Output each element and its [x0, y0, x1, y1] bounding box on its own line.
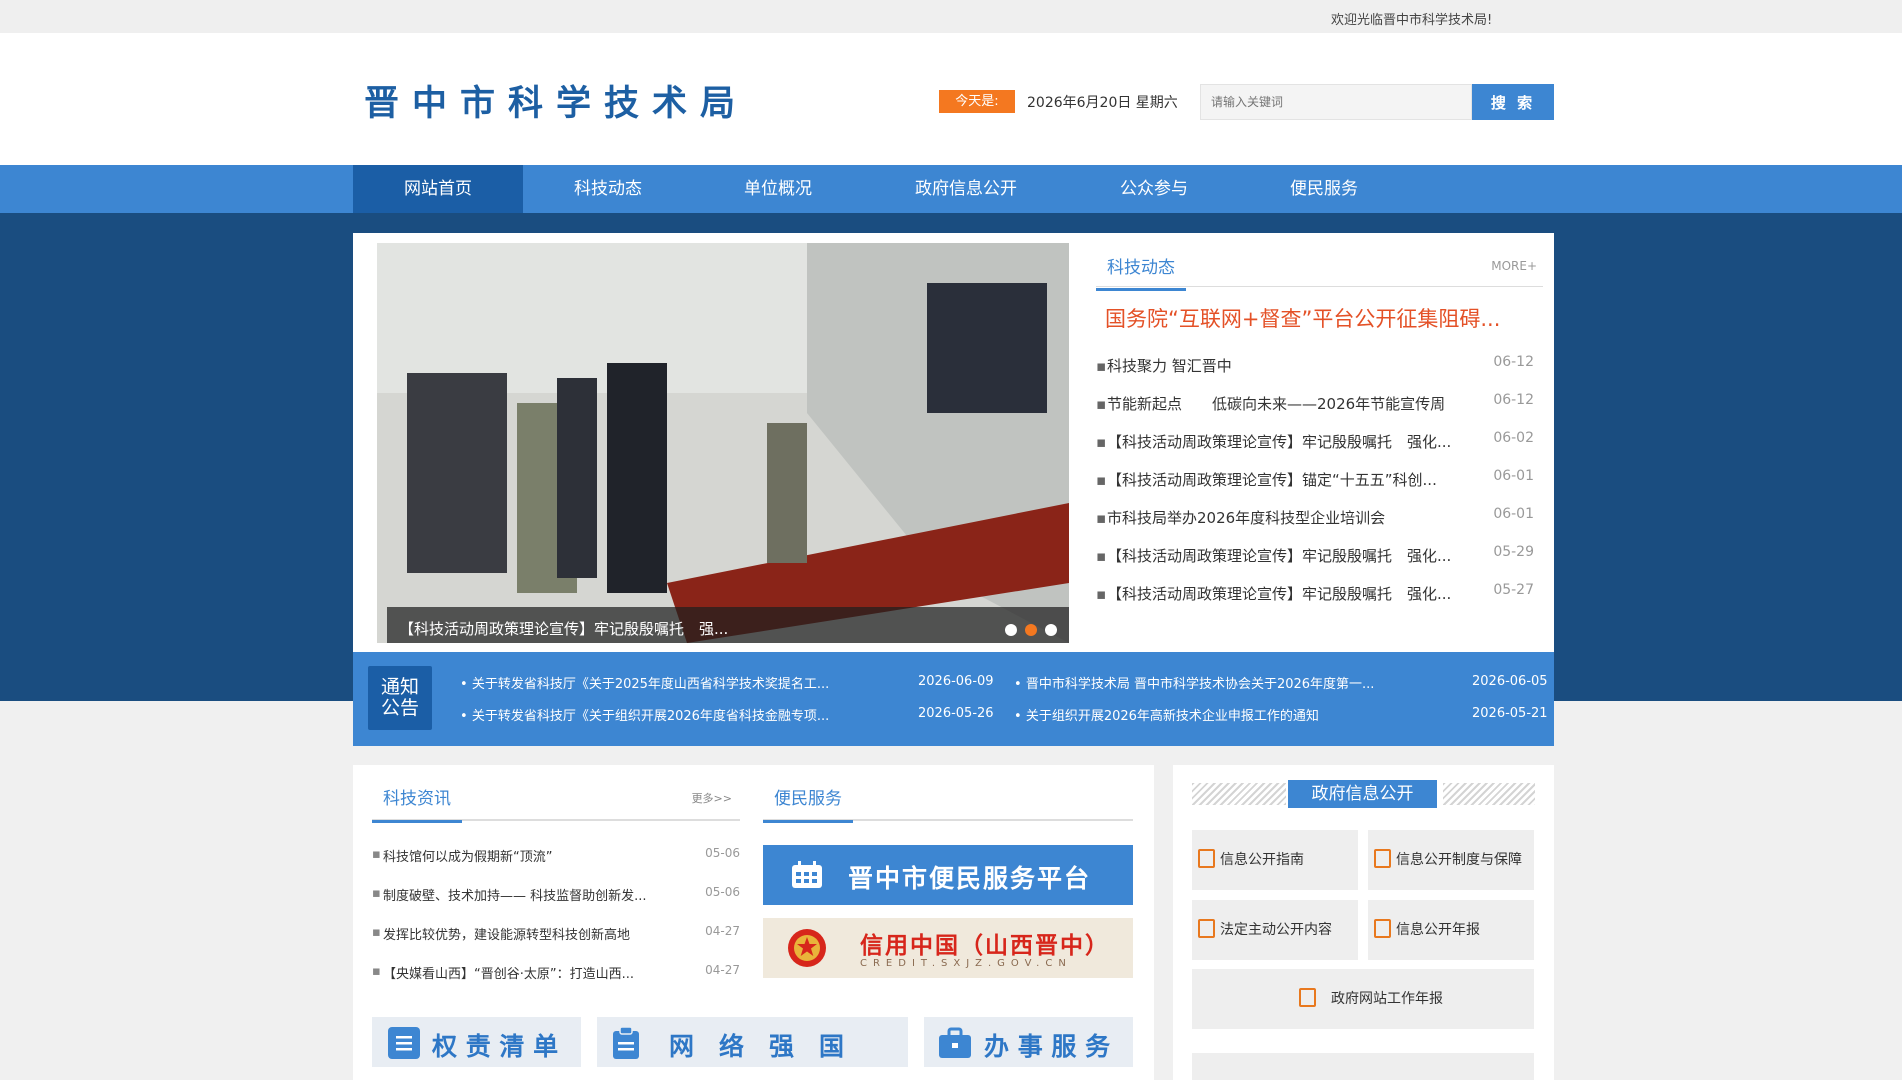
gov-box-annual-report[interactable]: 信息公开年报	[1368, 900, 1534, 960]
clipboard-icon	[613, 1026, 639, 1059]
list-item[interactable]: ▪ 科技馆何以成为假期新“顶流” 05-06	[372, 843, 740, 882]
site-header: 晋中市科学技术局 今天是: 2026年6月20日 星期六 搜 索	[0, 33, 1902, 165]
person-document-icon	[1299, 988, 1316, 1007]
notice-bar: 通知 公告 • 关于转发省科技厅《关于2025年度山西省科学技术奖提名工... …	[353, 652, 1554, 746]
gov-box-guide[interactable]: 信息公开指南	[1192, 830, 1358, 890]
gov-box-label: 信息公开年报	[1396, 922, 1480, 938]
notice-date: 2026-05-21	[1472, 706, 1548, 721]
tech-news-list: ▪ 科技聚力 智汇晋中 06-12 ▪ 节能新起点 低碳向未来——2026年节能宣传周…	[1096, 347, 1543, 613]
title-hatch-right	[1443, 783, 1535, 805]
list-item[interactable]: ▪ 【央媒看山西】“晋创谷·太原”：打造山西... 04-27	[372, 960, 740, 999]
nav-item-overview[interactable]: 单位概况	[693, 165, 863, 213]
tech-info-header: 科技资讯 更多>>	[372, 765, 740, 823]
nav-item-services[interactable]: 便民服务	[1239, 165, 1409, 213]
service-platform-label: 晋中市便民服务平台	[848, 864, 1092, 893]
main-nav: 网站首页 科技动态 单位概况 政府信息公开 公众参与 便民服务	[0, 165, 1902, 213]
list-item[interactable]: ▪ 节能新起点 低碳向未来——2026年节能宣传周 06-12	[1096, 385, 1543, 423]
notice-item[interactable]: • 关于转发省科技厅《关于组织开展2026年度省科技金融专项...	[460, 705, 829, 724]
tech-news-section: 科技动态 MORE+ 国务院“互联网+督查”平台公开征集阻碍... ▪ 科技聚力 …	[1096, 243, 1543, 603]
top-strip: 欢迎光临晋中市科学技术局!	[0, 0, 1902, 33]
tech-news-more-link[interactable]: MORE+	[1491, 259, 1537, 273]
list-item[interactable]: ▪ 制度破壁、技术加持—— 科技监督助创新发... 05-06	[372, 882, 740, 921]
services-header: 便民服务	[763, 765, 1133, 823]
cyber-power-button[interactable]: 网 络 强 国	[597, 1017, 908, 1067]
gov-box-system[interactable]: 信息公开制度与保障	[1368, 830, 1534, 890]
headline-link[interactable]: 国务院“互联网+督查”平台公开征集阻碍...	[1105, 303, 1500, 333]
nav-item-home[interactable]: 网站首页	[353, 165, 523, 213]
list-item[interactable]: ▪ 【科技活动周政策理论宣传】牢记殷殷嘱托 强化... 06-02	[1096, 423, 1543, 461]
notice-badge-line2: 公告	[380, 697, 419, 719]
slider-caption[interactable]: 【科技活动周政策理论宣传】牢记殷殷嘱托 强...	[387, 607, 1069, 643]
service-platform-banner[interactable]: 晋中市便民服务平台	[763, 845, 1133, 905]
cyber-power-label: 网 络 强 国	[669, 1032, 845, 1061]
nav-item-tech-news[interactable]: 科技动态	[523, 165, 693, 213]
list-item[interactable]: ▪ 【科技活动周政策理论宣传】牢记殷殷嘱托 强化... 05-27	[1096, 575, 1543, 613]
today-label: 今天是:	[939, 90, 1015, 113]
list-item[interactable]: ▪ 发挥比较优势，建设能源转型科技创新高地 04-27	[372, 921, 740, 960]
notice-badge-line1: 通知	[380, 676, 419, 698]
services-tab[interactable]: 便民服务	[763, 784, 853, 823]
welcome-text: 欢迎光临晋中市科学技术局!	[1331, 13, 1493, 28]
gov-box-label: 信息公开指南	[1220, 852, 1304, 868]
news-slider[interactable]: 【科技活动周政策理论宣传】牢记殷殷嘱托 强...	[377, 243, 1069, 643]
gov-box-label: 法定主动公开内容	[1220, 922, 1332, 938]
list-item[interactable]: ▪ 【科技活动周政策理论宣传】牢记殷殷嘱托 强化... 05-29	[1096, 537, 1543, 575]
tech-info-tab[interactable]: 科技资讯	[372, 784, 462, 823]
notice-date: 2026-05-26	[918, 706, 994, 721]
notice-date: 2026-06-09	[918, 674, 994, 689]
notice-item[interactable]: • 关于组织开展2026年高新技术企业申报工作的通知	[1014, 705, 1319, 724]
gov-info-title: 政府信息公开	[1288, 780, 1437, 808]
gov-box-content[interactable]: 法定主动公开内容	[1192, 900, 1358, 960]
handle-services-label: 办 事 服 务	[984, 1032, 1111, 1061]
list-item[interactable]: ▪ 市科技局举办2026年度科技型企业培训会 06-01	[1096, 499, 1543, 537]
credit-china-label: 信用中国（山西晋中）	[860, 933, 1110, 959]
slider-dot-active[interactable]	[1025, 624, 1037, 636]
layers-icon	[1198, 919, 1215, 938]
notice-item[interactable]: • 晋中市科学技术局 晋中市科学技术协会关于2026年度第一...	[1014, 673, 1374, 692]
notice-item[interactable]: • 关于转发省科技厅《关于2025年度山西省科学技术奖提名工...	[460, 673, 829, 692]
credit-china-url: CREDIT.SXJZ.GOV.CN	[860, 958, 1072, 969]
credit-china-banner[interactable]: 信用中国（山西晋中） CREDIT.SXJZ.GOV.CN	[763, 918, 1133, 978]
message-icon	[1374, 849, 1391, 868]
tech-info-list: ▪ 科技馆何以成为假期新“顶流” 05-06 ▪ 制度破壁、技术加持—— 科技监督助创…	[372, 843, 740, 999]
site-logo[interactable]: 晋中市科学技术局	[364, 75, 748, 126]
list-item[interactable]: ▪ 科技聚力 智汇晋中 06-12	[1096, 347, 1543, 385]
list-icon	[388, 1027, 420, 1059]
featured-panel: 【科技活动周政策理论宣传】牢记殷殷嘱托 强... 科技动态 MORE+ 国务院“…	[353, 233, 1554, 652]
report-icon	[1374, 919, 1391, 938]
handle-services-button[interactable]: 办 事 服 务	[924, 1017, 1133, 1067]
list-item[interactable]: ▪ 【科技活动周政策理论宣传】锚定“十五五”科创... 06-01	[1096, 461, 1543, 499]
tech-news-header: 科技动态 MORE+	[1096, 243, 1543, 291]
nav-item-gov-info[interactable]: 政府信息公开	[863, 165, 1069, 213]
national-emblem-icon	[788, 929, 826, 967]
search-input[interactable]	[1200, 84, 1472, 120]
title-hatch-left	[1192, 783, 1286, 805]
responsibility-list-button[interactable]: 权 责 清 单	[372, 1017, 581, 1067]
document-icon	[1198, 849, 1215, 868]
gov-box-label: 信息公开制度与保障	[1396, 852, 1522, 868]
tech-info-more-link[interactable]: 更多>>	[692, 790, 732, 806]
slider-dot[interactable]	[1045, 624, 1057, 636]
gov-box-label: 政府网站工作年报	[1331, 991, 1443, 1007]
calendar-icon	[792, 861, 822, 888]
nav-item-public[interactable]: 公众参与	[1069, 165, 1239, 213]
slider-dot[interactable]	[1005, 624, 1017, 636]
notice-badge: 通知 公告	[368, 666, 432, 730]
search-button[interactable]: 搜 索	[1472, 84, 1554, 120]
info-services-panel: 科技资讯 更多>> ▪ 科技馆何以成为假期新“顶流” 05-06 ▪ 制度破壁、技术加…	[353, 765, 1154, 1080]
responsibility-list-label: 权 责 清 单	[432, 1032, 559, 1061]
today-date: 2026年6月20日 星期六	[1027, 95, 1178, 111]
tech-news-tab[interactable]: 科技动态	[1096, 253, 1186, 291]
notice-date: 2026-06-05	[1472, 674, 1548, 689]
gov-box-website-report[interactable]: 政府网站工作年报	[1192, 969, 1534, 1029]
gov-box-partial[interactable]	[1192, 1053, 1534, 1080]
gov-info-panel: 政府信息公开 信息公开指南 信息公开制度与保障 法定主动公开内容 信息公开年报 …	[1173, 765, 1554, 1080]
slider-photo	[377, 243, 1069, 643]
briefcase-icon	[939, 1027, 971, 1058]
slider-dots	[1005, 624, 1069, 636]
